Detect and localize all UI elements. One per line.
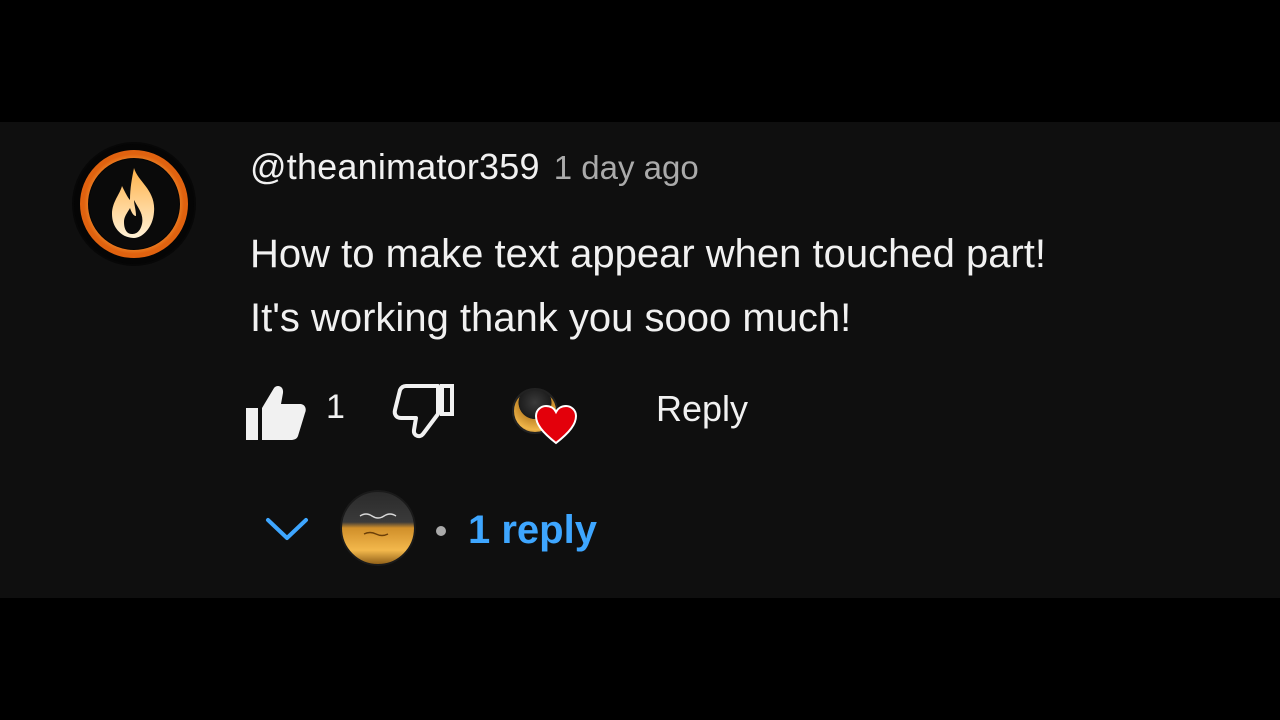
reply-author-avatar[interactable] [340,490,416,566]
comment-header: @theanimator359 1 day ago [250,146,699,190]
chevron-down-icon[interactable] [262,510,312,550]
separator-dot [436,526,446,536]
creator-heart-badge [508,384,580,456]
thumbs-up-icon [246,385,306,440]
channel-logo-icon [340,490,416,566]
thumbs-down-icon [392,384,454,439]
heart-icon [534,404,578,445]
view-replies-link[interactable]: 1 reply [468,508,597,553]
like-button[interactable] [244,380,308,444]
comment-timestamp[interactable]: 1 day ago [554,149,699,187]
author-avatar[interactable] [72,142,196,266]
dislike-button[interactable] [392,380,456,444]
page: @theanimator359 1 day ago How to make te… [0,0,1280,720]
comment-text-line: It's working thank you sooo much! [250,296,852,340]
reply-button[interactable]: Reply [656,388,748,430]
comment-text: How to make text appear when touched par… [250,222,1240,350]
comment-text-line: How to make text appear when touched par… [250,232,1047,276]
flame-logo-icon [74,144,194,264]
like-count: 1 [326,388,345,426]
author-name[interactable]: @theanimator359 [250,146,540,188]
